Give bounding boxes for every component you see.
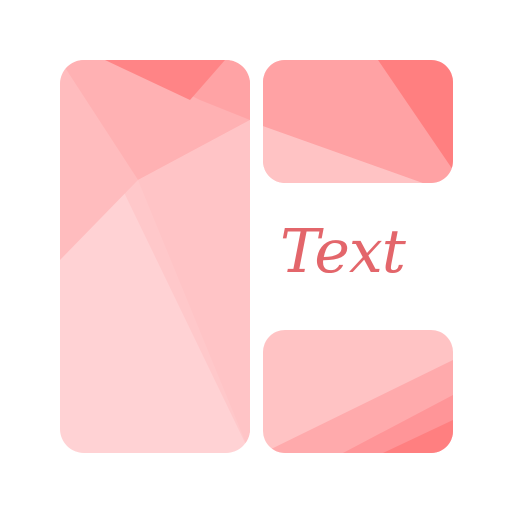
tall-tile-facets	[60, 60, 250, 453]
bottom-photo-tile	[263, 330, 453, 453]
app-icon: Text	[0, 0, 512, 512]
top-tile-facets	[263, 60, 453, 183]
top-photo-tile	[263, 60, 453, 183]
tall-photo-tile	[60, 60, 250, 453]
bottom-tile-facets	[263, 330, 453, 453]
brand-text-label: Text	[280, 217, 406, 287]
